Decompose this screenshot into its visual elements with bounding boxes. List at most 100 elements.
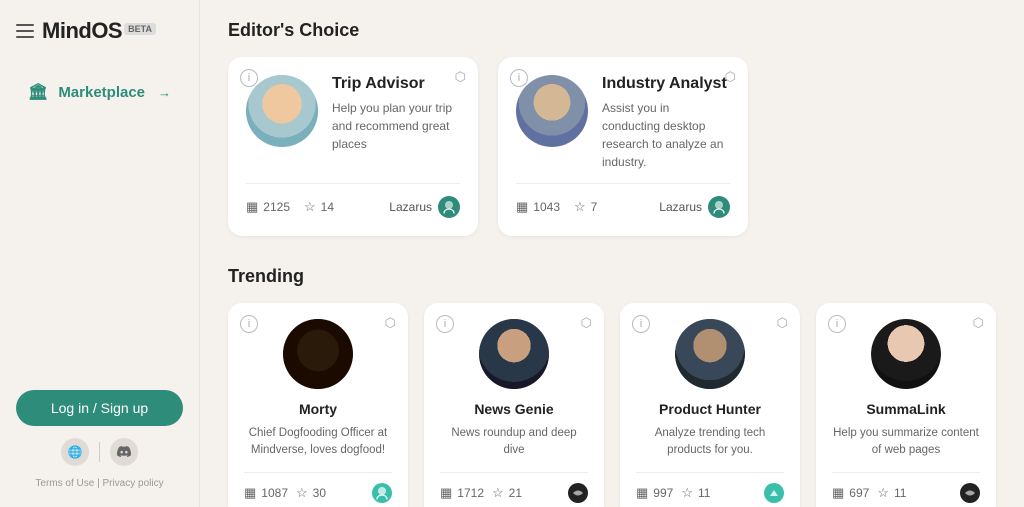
external-link-icon-producthunter[interactable]: ⬡ — [777, 315, 788, 331]
external-link-icon-summalink[interactable]: ⬡ — [973, 315, 984, 331]
external-link-icon-newsgenie[interactable]: ⬡ — [581, 315, 592, 331]
external-link-icon-trip[interactable]: ⬡ — [455, 69, 466, 85]
creator-badge-newsgenie — [568, 483, 588, 503]
avatar-industry-analyst — [516, 75, 588, 147]
trending-card-morty[interactable]: i ⬡ Morty Chief Dogfooding Officer at Mi… — [228, 303, 408, 507]
card-top-industry: Industry Analyst Assist you in conductin… — [516, 75, 730, 171]
stars-stat-industry: ☆ 7 — [574, 199, 597, 215]
agent-desc-industry: Assist you in conducting desktop researc… — [602, 99, 730, 171]
editors-choice-grid: i ⬡ Trip Advisor Help you plan your trip… — [228, 57, 996, 236]
avatar-product-hunter — [675, 319, 745, 389]
uses-count-producthunter: 997 — [653, 486, 673, 500]
footer-links: Terms of Use | Privacy policy — [35, 478, 163, 489]
star-icon-newsgenie: ☆ — [492, 485, 504, 501]
avatar-summalink — [871, 319, 941, 389]
agent-name-newsgenie: News Genie — [474, 401, 553, 417]
stars-stat-newsgenie: ☆ 21 — [492, 485, 522, 501]
uses-stat-industry: ▦ 1043 — [516, 199, 560, 215]
avatar-trip-advisor — [246, 75, 318, 147]
login-button[interactable]: Log in / Sign up — [16, 390, 183, 426]
stars-count-summalink: 11 — [894, 486, 906, 500]
creator-name-trip: Lazarus — [389, 200, 432, 214]
info-icon-summalink[interactable]: i — [828, 315, 846, 333]
stars-count-trip: 14 — [321, 200, 334, 214]
agent-desc-summalink: Help you summarize content of web pages — [832, 425, 980, 460]
sidebar-nav: 🏛 Marketplace → — [16, 72, 183, 112]
logo: MindOSBETA — [42, 18, 156, 44]
card-top-trip: Trip Advisor Help you plan your trip and… — [246, 75, 460, 153]
agent-name-trip: Trip Advisor — [332, 75, 460, 93]
stars-stat-producthunter: ☆ 11 — [681, 485, 710, 501]
discord-icon[interactable] — [110, 438, 138, 466]
card-footer-producthunter: ▦ 997 ☆ 11 — [636, 472, 784, 503]
star-icon-summalink: ☆ — [877, 485, 889, 501]
uses-count-trip: 2125 — [263, 200, 290, 214]
agent-info-industry: Industry Analyst Assist you in conductin… — [602, 75, 730, 171]
editor-card-trip-advisor[interactable]: i ⬡ Trip Advisor Help you plan your trip… — [228, 57, 478, 236]
info-icon-newsgenie[interactable]: i — [436, 315, 454, 333]
creator-badge-summalink — [960, 483, 980, 503]
marketplace-icon: 🏛 — [28, 82, 48, 102]
stars-stat-summalink: ☆ 11 — [877, 485, 906, 501]
creator-tag-trip: Lazarus — [389, 196, 460, 218]
sidebar-item-label: Marketplace — [58, 84, 145, 101]
uses-icon-industry: ▦ — [516, 199, 528, 215]
card-footer-trip: ▦ 2125 ☆ 14 Lazarus — [246, 183, 460, 218]
avatar-morty — [283, 319, 353, 389]
nav-arrow-icon: → — [158, 85, 171, 100]
trending-title: Trending — [228, 266, 996, 287]
agent-desc-newsgenie: News roundup and deep dive — [440, 425, 588, 460]
agent-desc-producthunter: Analyze trending tech products for you. — [636, 425, 784, 460]
privacy-link[interactable]: Privacy policy — [102, 478, 163, 489]
agent-name-summalink: SummaLink — [866, 401, 945, 417]
external-link-icon-industry[interactable]: ⬡ — [725, 69, 736, 85]
external-link-icon-morty[interactable]: ⬡ — [385, 315, 396, 331]
stars-stat-trip: ☆ 14 — [304, 199, 334, 215]
agent-name-producthunter: Product Hunter — [659, 401, 761, 417]
uses-icon-summalink: ▦ — [832, 485, 844, 501]
main-content: Editor's Choice i ⬡ Trip Advisor Help yo… — [200, 0, 1024, 507]
info-icon-morty[interactable]: i — [240, 315, 258, 333]
uses-count-summalink: 697 — [849, 486, 869, 500]
stars-count-newsgenie: 21 — [509, 486, 522, 500]
star-icon-producthunter: ☆ — [681, 485, 693, 501]
info-icon-producthunter[interactable]: i — [632, 315, 650, 333]
trending-card-summalink[interactable]: i ⬡ SummaLink Help you summarize content… — [816, 303, 996, 507]
logo-area: MindOSBETA — [16, 18, 183, 44]
uses-icon-producthunter: ▦ — [636, 485, 648, 501]
stars-count-morty: 30 — [313, 486, 326, 500]
stars-count-industry: 7 — [591, 200, 598, 214]
agent-name-morty: Morty — [299, 401, 337, 417]
uses-stat-summalink: ▦ 697 — [832, 485, 869, 501]
uses-stat-morty: ▦ 1087 — [244, 485, 288, 501]
uses-stat-newsgenie: ▦ 1712 — [440, 485, 484, 501]
sidebar-item-marketplace[interactable]: 🏛 Marketplace → — [16, 72, 183, 112]
creator-tag-industry: Lazarus — [659, 196, 730, 218]
uses-stat-trip: ▦ 2125 — [246, 199, 290, 215]
card-footer-industry: ▦ 1043 ☆ 7 Lazarus — [516, 183, 730, 218]
star-icon-industry: ☆ — [574, 199, 586, 215]
creator-badge-morty — [372, 483, 392, 503]
stars-stat-morty: ☆ 30 — [296, 485, 326, 501]
uses-count-morty: 1087 — [261, 486, 288, 500]
trending-card-news-genie[interactable]: i ⬡ News Genie News roundup and deep div… — [424, 303, 604, 507]
avatar-news-genie — [479, 319, 549, 389]
card-footer-summalink: ▦ 697 ☆ 11 — [832, 472, 980, 503]
star-icon-morty: ☆ — [296, 485, 308, 501]
uses-count-industry: 1043 — [533, 200, 560, 214]
agent-desc-trip: Help you plan your trip and recommend gr… — [332, 99, 460, 153]
info-icon-industry[interactable]: i — [510, 69, 528, 87]
creator-badge-producthunter — [764, 483, 784, 503]
uses-icon-trip: ▦ — [246, 199, 258, 215]
editor-card-industry-analyst[interactable]: i ⬡ Industry Analyst Assist you in condu… — [498, 57, 748, 236]
star-icon-trip: ☆ — [304, 199, 316, 215]
earth-icon[interactable]: 🌐 — [61, 438, 89, 466]
agent-name-industry: Industry Analyst — [602, 75, 730, 93]
terms-link[interactable]: Terms of Use — [35, 478, 94, 489]
creator-name-industry: Lazarus — [659, 200, 702, 214]
trending-card-product-hunter[interactable]: i ⬡ Product Hunter Analyze trending tech… — [620, 303, 800, 507]
agent-desc-morty: Chief Dogfooding Officer at Mindverse, l… — [244, 425, 392, 460]
hamburger-menu[interactable] — [16, 24, 34, 38]
uses-icon-newsgenie: ▦ — [440, 485, 452, 501]
uses-stat-producthunter: ▦ 997 — [636, 485, 673, 501]
